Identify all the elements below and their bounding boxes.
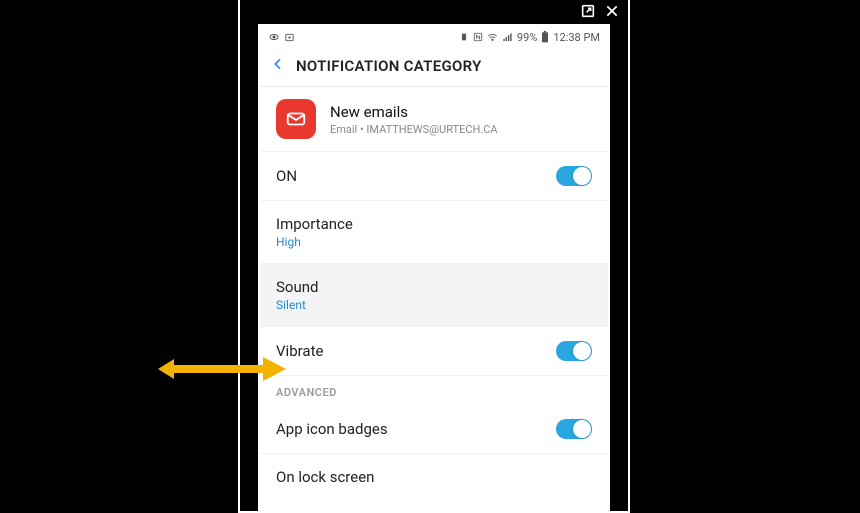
row-vibrate-label: Vibrate [276,342,323,360]
row-badges[interactable]: App icon badges [260,405,608,454]
battery-icon [541,31,549,43]
row-badges-label: App icon badges [276,420,388,438]
overlay-top-bar [580,0,620,22]
row-importance-label: Importance [276,215,353,233]
on-toggle[interactable] [556,166,592,186]
channel-app-row[interactable]: New emails Email • IMATTHEWS@URTECH.CA [260,87,608,152]
page-header: NOTIFICATION CATEGORY [260,46,608,87]
row-sound[interactable]: Sound Silent [260,264,608,327]
row-on[interactable]: ON [260,152,608,201]
battery-percent: 99% [517,31,537,44]
phone-screen-frame: 99% 12:38 PM NOTIFICATION CATEGORY [258,24,610,513]
badges-toggle[interactable] [556,419,592,439]
signal-icon [502,32,513,43]
row-sound-label: Sound [276,278,318,296]
row-importance[interactable]: Importance High [260,201,608,264]
row-importance-value: High [276,235,353,249]
back-icon[interactable] [270,56,286,76]
vibrate-toggle[interactable] [556,341,592,361]
row-vibrate[interactable]: Vibrate [260,327,608,376]
row-on-label: ON [276,167,297,185]
phone-screen: 99% 12:38 PM NOTIFICATION CATEGORY [260,26,608,511]
channel-title: New emails [330,103,498,121]
popout-icon[interactable] [580,3,596,19]
settings-list: New emails Email • IMATTHEWS@URTECH.CA O… [260,87,608,511]
channel-subtitle: Email • IMATTHEWS@URTECH.CA [330,123,498,136]
row-sound-value: Silent [276,298,318,312]
nfc-icon [473,32,483,42]
wifi-icon [487,32,498,43]
page-title: NOTIFICATION CATEGORY [296,57,482,75]
row-lock-screen[interactable]: On lock screen [260,454,608,488]
row-lock-label: On lock screen [276,468,374,486]
section-advanced: ADVANCED [260,376,608,405]
eye-icon [268,31,280,43]
mail-icon [276,99,316,139]
clock: 12:38 PM [553,31,600,44]
battery-saver-icon [459,32,469,42]
cast-icon [284,32,295,43]
close-icon[interactable] [604,3,620,19]
status-bar: 99% 12:38 PM [260,26,608,46]
